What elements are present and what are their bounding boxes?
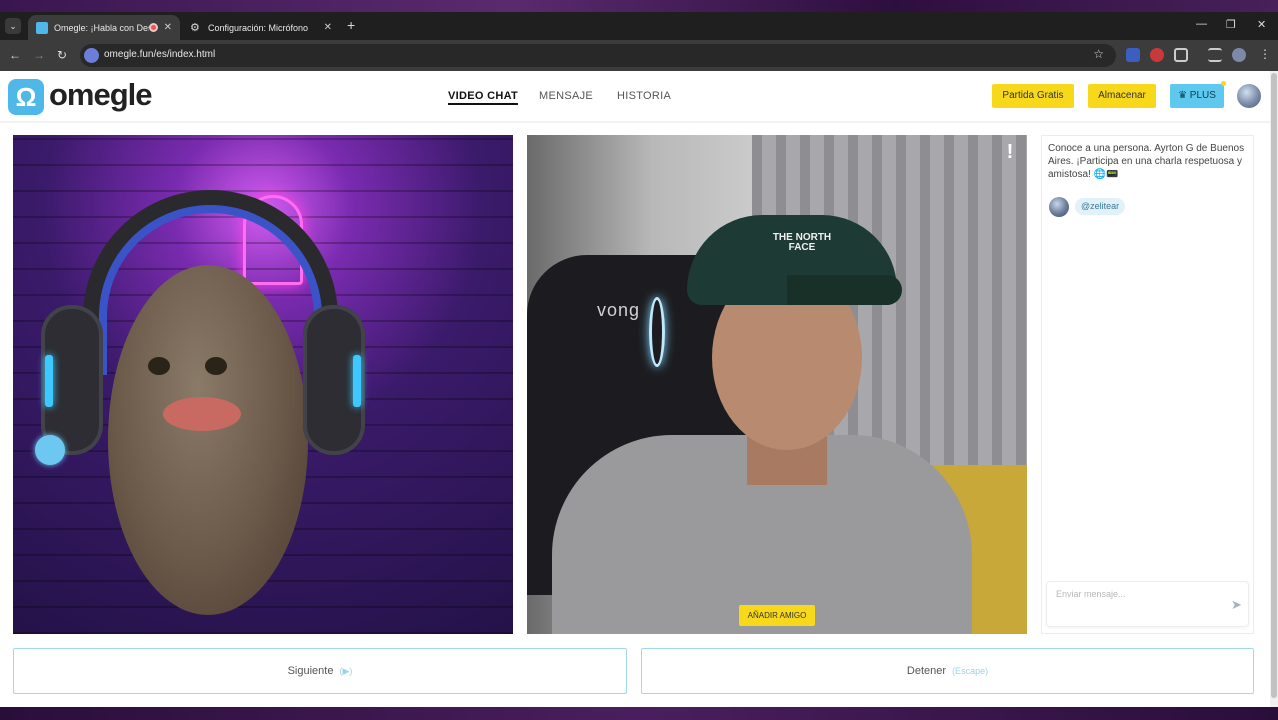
extensions-puzzle-icon[interactable] <box>1174 48 1188 62</box>
desktop-background-top <box>0 0 1278 12</box>
reload-icon[interactable]: ↻ <box>57 48 67 62</box>
tab-search-icon[interactable]: ⌄ <box>5 18 21 34</box>
headphones-earcup-right <box>303 305 365 455</box>
address-bar[interactable]: omegle.fun/es/index.html ☆ <box>80 44 1116 67</box>
potato-avatar <box>108 265 308 615</box>
url-text: omegle.fun/es/index.html <box>104 49 216 60</box>
next-shortcut: (▶) <box>339 666 353 676</box>
avatar-lips <box>163 397 241 431</box>
scrollbar-thumb[interactable] <box>1271 73 1277 698</box>
extension-record-icon[interactable] <box>1150 48 1164 62</box>
stop-shortcut: (Escape) <box>952 666 989 676</box>
recording-indicator-icon <box>148 23 158 32</box>
omegle-logo-text[interactable]: omegle <box>49 77 153 113</box>
tab-microphone-settings[interactable]: ⚙ Configuración: Micrófono ✕ <box>182 15 340 40</box>
avatar-eye-right <box>205 357 227 375</box>
next-button[interactable]: Siguiente (▶) <box>13 648 627 694</box>
desktop-background-bottom <box>0 707 1278 720</box>
stop-button[interactable]: Detener (Escape) <box>641 648 1254 694</box>
earcup-light <box>353 355 361 407</box>
browser-menu-icon[interactable]: ⋮ <box>1259 47 1271 61</box>
store-button[interactable]: Almacenar <box>1088 84 1156 108</box>
nav-historia[interactable]: HISTORIA <box>617 90 671 102</box>
omegle-favicon-icon <box>36 21 48 34</box>
tab-close-icon[interactable]: ✕ <box>164 22 172 33</box>
report-icon[interactable]: ! <box>1000 141 1020 163</box>
partner-avatar[interactable] <box>1049 197 1069 217</box>
site-info-icon[interactable] <box>84 48 99 63</box>
remote-video: vong THE NORTH FACE <box>527 135 1027 634</box>
profile-avatar-icon[interactable] <box>1232 48 1246 62</box>
add-friend-button[interactable]: AÑADIR AMIGO <box>739 605 815 626</box>
settings-gear-icon: ⚙ <box>190 21 200 34</box>
back-icon[interactable]: ← <box>9 48 21 62</box>
plus-button[interactable]: ♛ PLUS <box>1170 84 1224 108</box>
minimize-button[interactable]: — <box>1196 18 1207 30</box>
message-input-placeholder: Enviar mensaje... <box>1056 589 1126 599</box>
earcup-light <box>45 355 53 407</box>
headset-light <box>649 297 665 367</box>
tab-omegle[interactable]: Omegle: ¡Habla con Descon ✕ <box>28 15 180 40</box>
person-cap-brim <box>787 275 902 305</box>
free-match-button[interactable]: Partida Gratis <box>992 84 1074 108</box>
omegle-page: Ω omegle VIDEO CHAT MENSAJE HISTORIA Par… <box>0 71 1270 707</box>
browser-tabstrip: ⌄ Omegle: ¡Habla con Descon ✕ ⚙ Configur… <box>0 12 1278 40</box>
local-video <box>13 135 513 634</box>
chat-panel: Conoce a una persona. Ayrton G de Buenos… <box>1041 135 1254 634</box>
avatar-eye-left <box>148 357 170 375</box>
extension-icon[interactable] <box>1126 48 1140 62</box>
chair-logo: vong <box>597 300 641 320</box>
tab-title: Omegle: ¡Habla con Descon <box>54 22 149 33</box>
tab-close-icon[interactable]: ✕ <box>324 22 332 33</box>
close-window-button[interactable]: ✕ <box>1257 18 1266 31</box>
partner-handle-badge[interactable]: @zelitear <box>1075 198 1126 215</box>
plus-notification-dot <box>1221 81 1226 86</box>
headset-mic <box>35 435 65 465</box>
headphones-earcup-left <box>41 305 103 455</box>
media-control-icon[interactable] <box>1208 48 1222 62</box>
user-avatar[interactable] <box>1237 84 1261 108</box>
next-label: Siguiente <box>287 665 334 677</box>
stop-label: Detener <box>906 665 947 677</box>
chat-intro-message: Conoce a una persona. Ayrton G de Buenos… <box>1048 143 1245 180</box>
page-scrollbar[interactable] <box>1270 71 1278 707</box>
message-input[interactable]: Enviar mensaje... ➤ <box>1046 581 1249 627</box>
restore-button[interactable]: ❐ <box>1226 18 1236 31</box>
omegle-logo-icon[interactable]: Ω <box>8 79 44 115</box>
send-icon[interactable]: ➤ <box>1231 597 1242 613</box>
browser-toolbar: ← → ↻ omegle.fun/es/index.html ☆ ⋮ <box>0 40 1278 71</box>
nav-mensaje[interactable]: MENSAJE <box>539 90 593 102</box>
nav-video-chat[interactable]: VIDEO CHAT <box>448 90 519 105</box>
cap-logo: THE NORTH FACE <box>772 232 832 253</box>
header-divider <box>0 121 1270 123</box>
bookmark-star-icon[interactable]: ☆ <box>1093 47 1104 61</box>
tab-title: Configuración: Micrófono <box>208 22 309 33</box>
new-tab-button[interactable]: + <box>347 17 355 33</box>
forward-icon[interactable]: → <box>33 48 45 62</box>
